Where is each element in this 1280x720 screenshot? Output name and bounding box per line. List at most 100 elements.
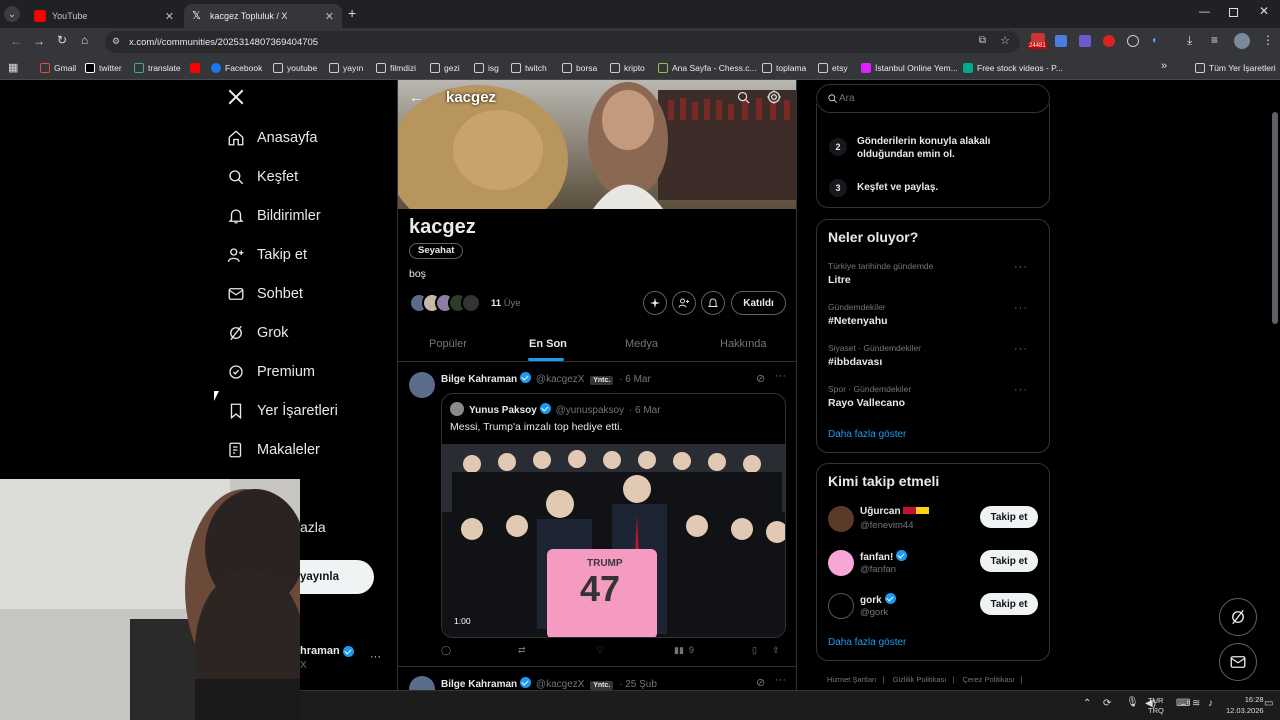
new-tab-button[interactable]: + [348, 5, 356, 21]
forward-icon[interactable]: → [33, 34, 45, 48]
bookmark-folder[interactable]: filmdizi [376, 61, 416, 75]
bookmark-folder[interactable]: isg [474, 61, 499, 75]
restore-icon[interactable] [1229, 8, 1238, 17]
bookmark-folder[interactable]: yayın [329, 61, 363, 75]
member-avatars[interactable] [409, 293, 485, 313]
ext-icon[interactable] [1079, 35, 1091, 47]
post-date[interactable]: · 6 Mar [619, 374, 651, 385]
follow-button[interactable]: Takip et [980, 550, 1038, 572]
follow-suggestion[interactable]: Uğurcan @fenevim44 [828, 504, 968, 534]
bookmark-item[interactable]: Gmail [40, 61, 76, 75]
apps-grid-icon[interactable]: ▦ [8, 61, 18, 74]
nav-notifications[interactable]: Bildirimler [227, 204, 321, 228]
more-bookmarks-icon[interactable]: » [1161, 60, 1167, 72]
back-arrow-icon[interactable]: ← [409, 89, 429, 109]
post-more-icon[interactable]: ··· [775, 674, 786, 686]
wifi-icon[interactable]: ≋ [1192, 698, 1200, 709]
close-tab-icon[interactable]: ✕ [325, 10, 334, 23]
reply-icon[interactable]: ◯ [441, 645, 451, 656]
bookmark-item[interactable] [190, 61, 204, 75]
footer-link[interactable]: Gizlilik Politikası [893, 675, 947, 684]
bookmark-item[interactable]: Free stock videos - P... [963, 61, 1063, 75]
x-logo[interactable] [227, 88, 245, 106]
nav-bookmarks[interactable]: Yer İşaretleri [227, 399, 338, 423]
video-player[interactable]: TRUMP 47 1:00 [442, 444, 785, 637]
member-count[interactable]: 11 Üye [491, 298, 521, 309]
follow-suggestion[interactable]: gork @gork [828, 591, 968, 621]
menu-kebab-icon[interactable]: ⋮ [1262, 33, 1274, 47]
footer-link[interactable]: Hizmet Şartları [827, 675, 877, 684]
nav-premium[interactable]: Premium [227, 360, 315, 384]
ext-icon[interactable]: ◖ [1151, 35, 1163, 47]
trend-item[interactable]: Gündemdekiler #Netenyahu ··· [828, 302, 1038, 332]
close-window-icon[interactable]: ✕ [1259, 4, 1269, 18]
close-tab-icon[interactable]: ✕ [165, 10, 174, 23]
trend-item[interactable]: Spor · Gündemdekiler Rayo Vallecano ··· [828, 384, 1038, 414]
browser-tab-youtube[interactable]: YouTube ✕ [26, 4, 182, 28]
notification-button[interactable] [701, 291, 725, 315]
bookmark-folder[interactable]: kripto [610, 61, 645, 75]
network-icon[interactable]: ⌨ [1176, 698, 1190, 709]
bookmark-folder[interactable]: twitch [511, 61, 547, 75]
all-bookmarks-folder[interactable]: Tüm Yer İşaretleri [1195, 61, 1276, 75]
follow-show-more[interactable]: Daha fazla göster [828, 637, 906, 648]
adblock-icon[interactable] [1103, 35, 1115, 47]
tab-popular[interactable]: Popüler [429, 338, 467, 350]
nav-home[interactable]: Anasayfa [227, 126, 317, 150]
views-icon[interactable]: ▮▮ [674, 645, 684, 656]
community-tag[interactable]: Seyahat [409, 243, 464, 259]
invite-button[interactable] [672, 291, 696, 315]
nav-grok[interactable]: Grok [227, 321, 288, 345]
mic-icon[interactable]: 🎙 [1126, 697, 1139, 708]
grok-icon[interactable]: ⊘ [756, 676, 765, 689]
tab-latest[interactable]: En Son [529, 338, 567, 350]
notification-icon[interactable]: ▭ [1264, 698, 1273, 709]
more-icon[interactable]: ··· [1014, 343, 1028, 355]
search-icon[interactable] [736, 90, 751, 105]
home-icon[interactable]: ⌂ [81, 33, 88, 47]
bookmark-item[interactable]: Ana Sayfa - Chess.c... [658, 61, 757, 75]
grok-icon[interactable]: ⊘ [756, 372, 765, 385]
bookmark-star-icon[interactable]: ☆ [1000, 34, 1010, 47]
bookmark-folder[interactable]: gezi [430, 61, 460, 75]
messages-float-button[interactable] [1219, 643, 1257, 681]
follow-button[interactable]: Takip et [980, 593, 1038, 615]
like-icon[interactable]: ♡ [596, 645, 604, 656]
sparkle-button[interactable] [643, 291, 667, 315]
account-more-icon[interactable]: ··· [370, 651, 381, 663]
bookmark-folder[interactable]: borsa [562, 61, 597, 75]
avatar[interactable] [409, 372, 435, 398]
nav-articles[interactable]: Makaleler [227, 438, 320, 462]
repost-icon[interactable]: ⇄ [518, 645, 526, 656]
tab-media[interactable]: Medya [625, 338, 658, 350]
share-icon[interactable]: ⇪ [772, 645, 780, 656]
clock[interactable]: 16:28 12.03.2026 [1226, 694, 1264, 716]
post-author[interactable]: Bilge Kahraman [441, 679, 517, 690]
site-info-icon[interactable]: ⚙ [112, 36, 120, 47]
tab-about[interactable]: Hakkında [720, 338, 766, 350]
settings-icon[interactable] [766, 89, 782, 105]
back-icon[interactable]: ← [10, 34, 22, 48]
media-icon[interactable]: ≡ [1211, 33, 1218, 47]
post-handle[interactable]: @kacgezX [536, 374, 585, 385]
install-app-icon[interactable]: ⧉ [979, 35, 986, 46]
nav-follow[interactable]: Takip et [227, 243, 307, 267]
url-field[interactable]: ⚙ x.com/i/communities/202531480736940470… [105, 31, 1020, 53]
post-date[interactable]: · 25 Şub [619, 679, 657, 690]
post-handle[interactable]: @kacgezX [536, 679, 585, 690]
language-indicator[interactable]: TUR [1148, 696, 1163, 706]
bookmark-item[interactable]: İstanbul Online Yem... [861, 61, 958, 75]
trend-item[interactable]: Türkiye tarihinde gündemde Litre ··· [828, 261, 1038, 291]
joined-button[interactable]: Katıldı [731, 291, 786, 315]
chevron-up-icon[interactable]: ⌃ [1083, 698, 1091, 709]
more-icon[interactable]: ··· [1014, 384, 1028, 396]
ext-icon[interactable] [1127, 35, 1139, 47]
download-icon[interactable]: ⤓ [1187, 33, 1192, 48]
bookmark-folder[interactable]: toplama [762, 61, 806, 75]
grok-float-button[interactable] [1219, 598, 1257, 636]
follow-suggestion[interactable]: fanfan! @fanfan [828, 548, 968, 578]
more-icon[interactable]: ··· [1014, 261, 1028, 273]
profile-avatar[interactable] [1234, 33, 1250, 49]
volume-icon[interactable]: ♪ [1208, 698, 1213, 709]
nav-chat[interactable]: Sohbet [227, 282, 303, 306]
